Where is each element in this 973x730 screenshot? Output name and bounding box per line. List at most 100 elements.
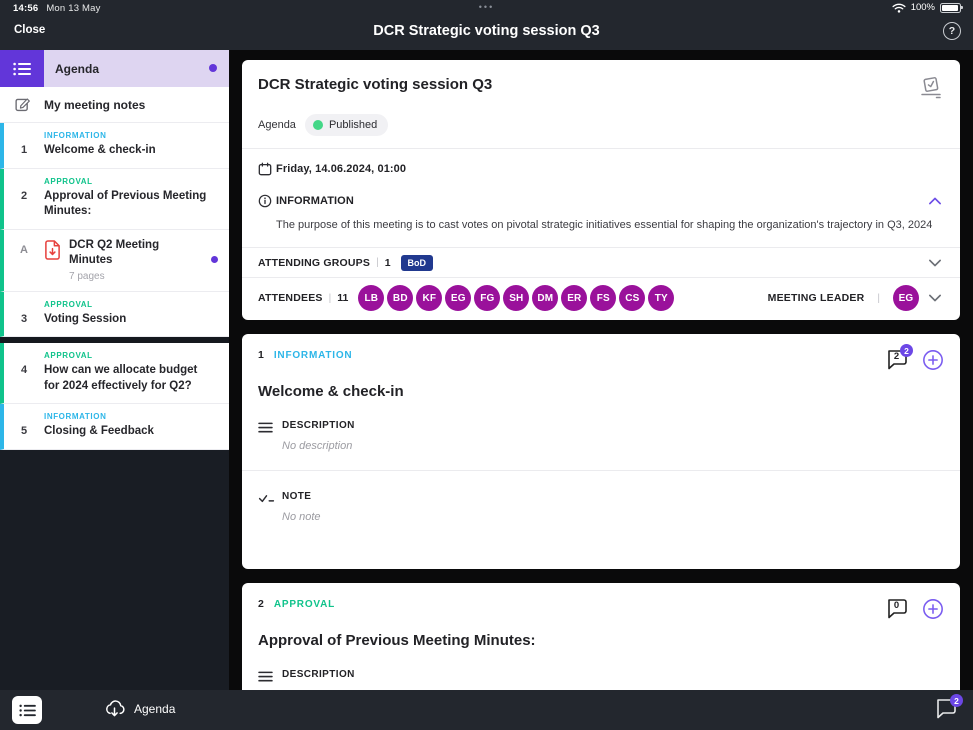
item-number: 1	[258, 349, 264, 361]
note-icon	[258, 494, 275, 505]
description-block: DESCRIPTION No description	[242, 400, 960, 452]
notes-label: My meeting notes	[44, 98, 145, 112]
plus-icon	[922, 349, 944, 371]
attending-groups-row[interactable]: ATTENDING GROUPS | 1 BoD	[242, 248, 960, 277]
item-type: INFORMATION	[274, 349, 353, 361]
avatar[interactable]: CS	[619, 285, 645, 311]
item-type: INFORMATION	[44, 131, 215, 140]
item-number: 5	[4, 412, 44, 440]
information-text: The purpose of this meeting is to cast v…	[242, 208, 960, 247]
comment-count: 0	[886, 600, 907, 611]
meeting-datetime: Friday, 14.06.2024, 01:00	[276, 163, 406, 175]
agenda-list-icon[interactable]	[0, 50, 44, 87]
description-icon	[258, 671, 273, 683]
comments-button[interactable]: 2 2	[886, 349, 910, 371]
add-button[interactable]	[922, 349, 944, 371]
sidebar-item-my-meeting-notes[interactable]: My meeting notes	[0, 87, 229, 123]
list-icon	[19, 704, 36, 717]
avatar[interactable]: DM	[532, 285, 558, 311]
meeting-title: DCR Strategic voting session Q3	[258, 76, 492, 93]
avatar[interactable]: FS	[590, 285, 616, 311]
battery-percent: 100%	[911, 2, 935, 13]
help-icon[interactable]: ?	[943, 22, 961, 40]
sidebar-item-4[interactable]: 4 APPROVAL How can we allocate budget fo…	[0, 343, 229, 404]
information-row[interactable]: INFORMATION	[242, 182, 960, 208]
note-label: NOTE	[282, 491, 321, 502]
description-label: DESCRIPTION	[282, 669, 355, 680]
clock: 14:56	[13, 3, 38, 14]
avatar[interactable]: SH	[503, 285, 529, 311]
avatar[interactable]: EG	[445, 285, 471, 311]
plus-icon	[922, 598, 944, 620]
add-button[interactable]	[922, 598, 944, 620]
pdf-icon	[44, 240, 61, 260]
note-block: NOTE No note	[242, 471, 960, 523]
attendees-label: ATTENDEES	[258, 292, 323, 304]
avatar[interactable]: LB	[358, 285, 384, 311]
item-title: Approval of Previous Meeting Minutes:	[44, 189, 215, 220]
group-badge: BoD	[401, 255, 434, 271]
status-time-date: 14:56 Mon 13 May	[13, 3, 101, 14]
item-number: 2	[258, 598, 264, 610]
sidebar-item-3[interactable]: 3 APPROVAL Voting Session	[0, 292, 229, 338]
bottom-agenda-label: Agenda	[134, 702, 175, 716]
list-icon	[13, 62, 31, 76]
avatar[interactable]: TY	[648, 285, 674, 311]
cloud-download-icon	[104, 699, 125, 719]
leader-avatar[interactable]: EG	[893, 285, 919, 311]
chevron-down-icon[interactable]	[926, 257, 944, 269]
sidebar: Agenda My meeting notes 1 INFORMATION We…	[0, 50, 229, 690]
item-number: A	[4, 238, 44, 282]
battery-icon	[940, 3, 961, 13]
description-value: No description	[282, 440, 355, 452]
avatar[interactable]: KF	[416, 285, 442, 311]
unread-dot	[211, 256, 218, 263]
wifi-icon	[892, 3, 906, 13]
item-type: APPROVAL	[44, 300, 215, 309]
status-text: Published	[329, 119, 377, 131]
attendees-count: 11	[337, 292, 348, 304]
attendees-row[interactable]: ATTENDEES | 11 LB BD KF EG FG SH DM ER F…	[242, 278, 960, 318]
comments-button[interactable]: 0	[886, 598, 910, 620]
sidebar-item-1[interactable]: 1 INFORMATION Welcome & check-in	[0, 123, 229, 169]
meeting-datetime-row: Friday, 14.06.2024, 01:00	[242, 148, 960, 182]
calendar-icon	[258, 162, 272, 176]
agenda-download-tab[interactable]: Agenda	[104, 699, 175, 719]
agenda-item-card-1: 1 INFORMATION 2 2 Welcome & chec	[242, 334, 960, 569]
attendee-avatars: LB BD KF EG FG SH DM ER FS CS TY	[358, 285, 674, 311]
agenda-item-card-2: 2 APPROVAL 0 Approval of Previous Meetin…	[242, 583, 960, 690]
ballot-box-icon[interactable]	[918, 76, 944, 100]
status-badge: Published	[305, 114, 388, 136]
agenda-list-button[interactable]	[12, 696, 42, 724]
avatar[interactable]: ER	[561, 285, 587, 311]
main-content: DCR Strategic voting session Q3 Agenda P…	[229, 50, 973, 690]
chevron-up-icon[interactable]	[926, 195, 944, 207]
comments-panel-button[interactable]: 2	[935, 698, 959, 722]
sidebar-item-2[interactable]: 2 APPROVAL Approval of Previous Meeting …	[0, 169, 229, 230]
chevron-down-icon[interactable]	[926, 292, 944, 304]
information-label: INFORMATION	[276, 195, 354, 207]
info-icon	[258, 194, 272, 208]
status-bar: 14:56Mon 13 May ••• 100%	[0, 0, 973, 17]
top-header: 14:56Mon 13 May ••• 100% Close DCR Strat…	[0, 0, 973, 50]
item-title: How can we allocate budget for 2024 effe…	[44, 363, 215, 394]
avatar[interactable]: BD	[387, 285, 413, 311]
attachment-title: DCR Q2 Meeting Minutes	[69, 238, 203, 269]
item-type: APPROVAL	[44, 351, 215, 360]
sidebar-item-5[interactable]: 5 INFORMATION Closing & Feedback	[0, 404, 229, 450]
groups-label: ATTENDING GROUPS	[258, 257, 370, 269]
note-value: No note	[282, 511, 321, 523]
meeting-header-card: DCR Strategic voting session Q3 Agenda P…	[242, 60, 960, 320]
agenda-label: Agenda	[258, 119, 296, 131]
meeting-leader: MEETING LEADER | EG	[768, 285, 944, 311]
unread-dot	[209, 64, 217, 72]
item-number: 1	[4, 131, 44, 159]
nav-bar: Close DCR Strategic voting session Q3 ?	[0, 17, 973, 50]
comment-badge: 2	[950, 694, 963, 707]
meeting-nav-title: DCR Strategic voting session Q3	[0, 23, 973, 39]
description-block: DESCRIPTION No description	[242, 649, 960, 690]
status-date: Mon 13 May	[46, 3, 100, 14]
sidebar-item-agenda[interactable]: Agenda	[0, 50, 229, 87]
avatar[interactable]: FG	[474, 285, 500, 311]
sidebar-item-attachment[interactable]: A DCR Q2 Meeting Minutes 7 pages	[0, 230, 229, 292]
